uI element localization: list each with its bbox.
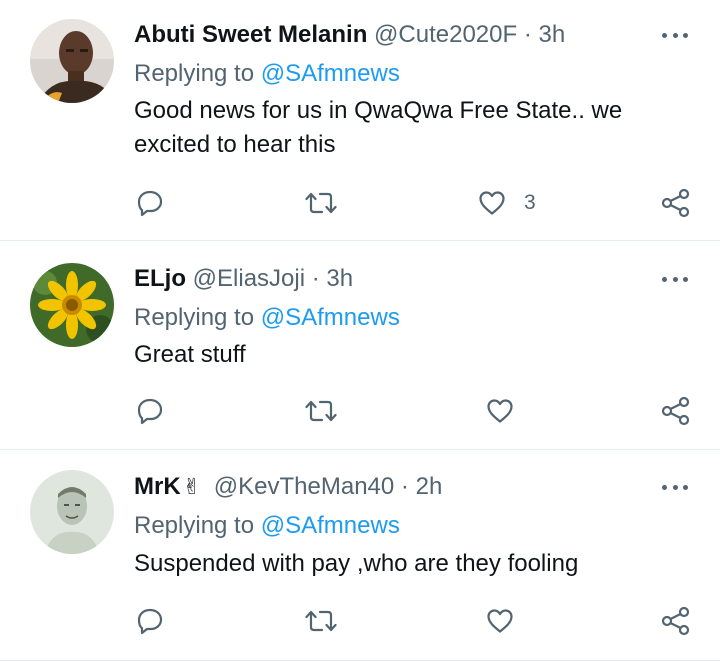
- retweet-icon: [305, 610, 337, 632]
- reply-icon: [137, 190, 163, 217]
- separator-dot: ·: [523, 21, 532, 48]
- tweet-actions: 3: [0, 186, 720, 220]
- retweet-button[interactable]: [305, 394, 337, 428]
- tweet-header: ELjo @EliasJoji · 3h: [134, 264, 650, 294]
- separator-dot: ·: [400, 473, 409, 500]
- share-button[interactable]: [661, 186, 691, 220]
- tweet-actions: [0, 604, 720, 638]
- reply-button[interactable]: [136, 604, 164, 638]
- reply-button[interactable]: [136, 186, 164, 220]
- timestamp[interactable]: 2h: [416, 473, 443, 500]
- avatar[interactable]: [30, 470, 114, 554]
- reply-icon: [137, 608, 163, 635]
- tweet-header: MrK✌ @KevTheMan40 · 2h: [134, 472, 650, 502]
- replying-to: Replying to @SAfmnews: [134, 303, 400, 333]
- replying-mention-link[interactable]: @SAfmnews: [261, 512, 400, 539]
- author-handle[interactable]: @EliasJoji: [193, 265, 305, 292]
- share-icon: [661, 606, 690, 636]
- replying-label: Replying to: [134, 304, 255, 331]
- like-icon: [479, 191, 505, 215]
- reply-button[interactable]: [136, 394, 164, 428]
- avatar[interactable]: [30, 19, 114, 103]
- timestamp[interactable]: 3h: [538, 21, 565, 48]
- tweet-reply[interactable]: ELjo @EliasJoji · 3h Replying to @SAfmne…: [0, 241, 720, 449]
- more-icon[interactable]: [662, 273, 688, 285]
- author-name[interactable]: Abuti Sweet Melanin: [134, 21, 367, 48]
- replying-mention-link[interactable]: @SAfmnews: [261, 304, 400, 331]
- share-button[interactable]: [661, 394, 691, 428]
- tweet-reply[interactable]: Abuti Sweet Melanin @Cute2020F · 3h Repl…: [0, 0, 720, 240]
- retweet-icon: [305, 192, 337, 214]
- replying-label: Replying to: [134, 512, 255, 539]
- author-handle[interactable]: @KevTheMan40: [214, 473, 394, 500]
- profile-photo-man-sketch: [30, 470, 114, 554]
- share-button[interactable]: [661, 604, 691, 638]
- replying-label: Replying to: [134, 60, 255, 87]
- replying-to: Replying to @SAfmnews: [134, 59, 400, 89]
- tweet-header: Abuti Sweet Melanin @Cute2020F · 3h: [134, 20, 650, 50]
- like-icon: [487, 399, 513, 423]
- more-icon[interactable]: [662, 481, 688, 493]
- retweet-icon: [305, 400, 337, 422]
- like-button[interactable]: [486, 394, 514, 428]
- replying-mention-link[interactable]: @SAfmnews: [261, 60, 400, 87]
- author-name[interactable]: MrK: [134, 473, 181, 500]
- avatar[interactable]: [30, 263, 114, 347]
- replying-to: Replying to @SAfmnews: [134, 511, 400, 541]
- retweet-button[interactable]: [305, 604, 337, 638]
- share-icon: [661, 188, 690, 218]
- tweet-text: Good news for us in QwaQwa Free State.. …: [134, 97, 623, 158]
- more-icon[interactable]: [662, 29, 688, 41]
- like-button[interactable]: 3: [478, 186, 536, 220]
- share-icon: [661, 396, 690, 426]
- author-handle[interactable]: @Cute2020F: [374, 21, 517, 48]
- reply-icon: [137, 398, 163, 425]
- tweet-text: Great stuff: [134, 341, 246, 368]
- like-icon: [487, 609, 513, 633]
- profile-photo-man: [30, 19, 114, 103]
- like-count: 3: [524, 191, 536, 214]
- tweet-text: Suspended with pay ,who are they fooling: [134, 550, 579, 577]
- profile-photo-flower: [30, 263, 114, 347]
- author-name[interactable]: ELjo: [134, 265, 186, 292]
- like-button[interactable]: [486, 604, 514, 638]
- timestamp[interactable]: 3h: [326, 265, 353, 292]
- tweet-reply[interactable]: MrK✌ @KevTheMan40 · 2h Replying to @SAfm…: [0, 450, 720, 661]
- tweet-actions: [0, 394, 720, 428]
- victory-hand-emoji: ✌: [182, 474, 202, 499]
- retweet-button[interactable]: [305, 186, 337, 220]
- separator-dot: ·: [311, 265, 320, 292]
